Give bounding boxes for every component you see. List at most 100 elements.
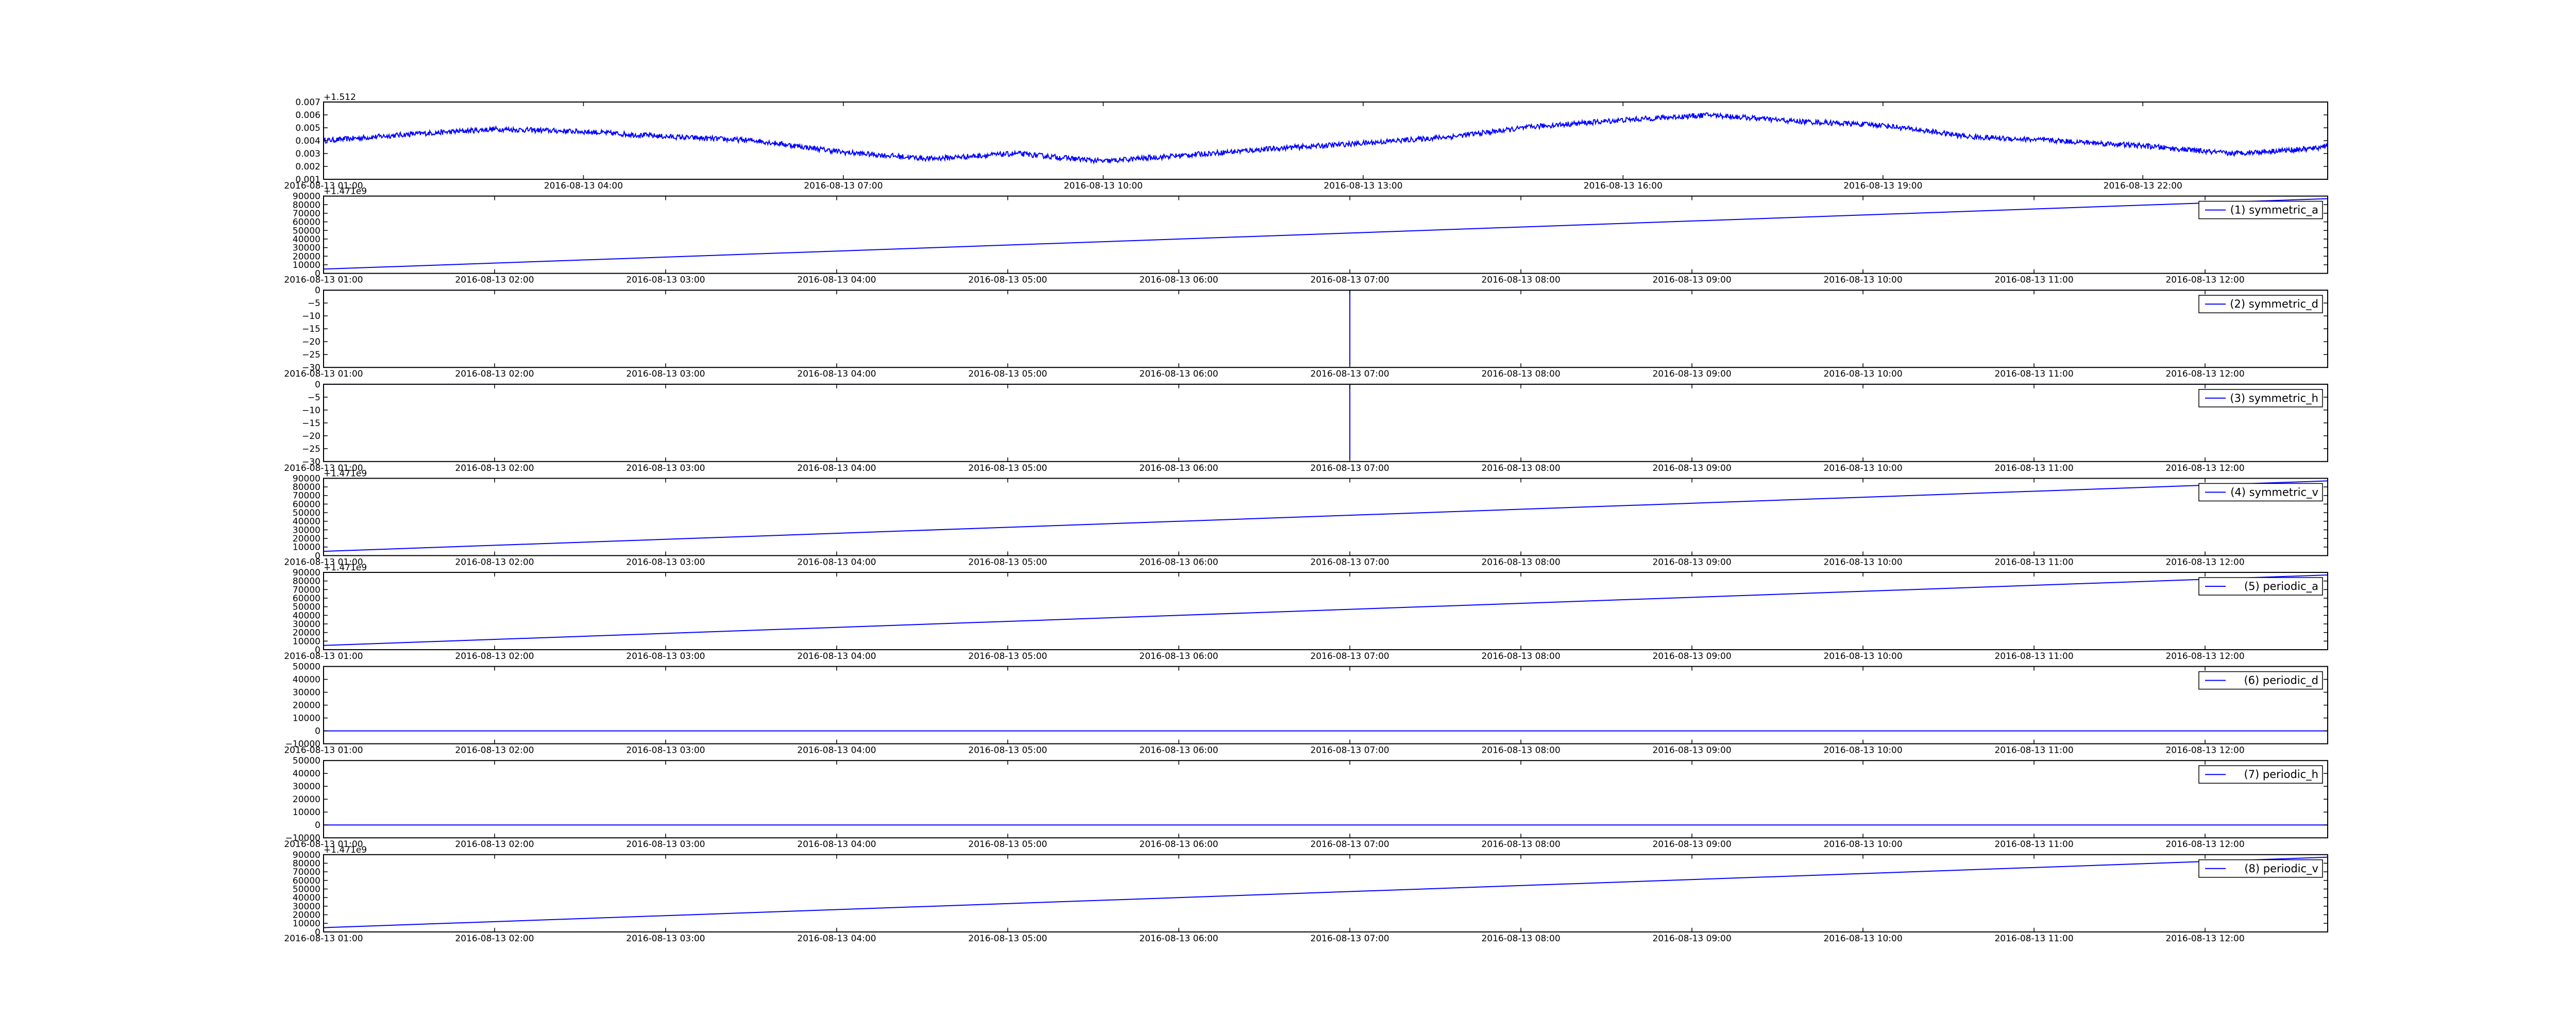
y-tick-label: −20	[302, 431, 320, 442]
x-tick-label: 2016-08-13 08:00	[1481, 463, 1560, 473]
axes-frame	[323, 101, 2328, 180]
x-tick-label: 2016-08-13 10:00	[1823, 651, 1902, 662]
y-tick-label: −5	[308, 393, 320, 403]
legend-label: (4) symmetric_v	[2230, 486, 2318, 499]
x-tick-label: 2016-08-13 09:00	[1652, 934, 1731, 944]
y-offset-label: +1.471e9	[324, 563, 367, 573]
y-tick-label: −15	[302, 324, 320, 334]
y-tick-label: 0.006	[295, 110, 320, 121]
x-tick-label: 2016-08-13 04:00	[797, 275, 876, 285]
x-tick-label: 2016-08-13 06:00	[1139, 651, 1218, 662]
legend: (3) symmetric_h	[2198, 389, 2323, 408]
x-tick-label: 2016-08-13 01:00	[284, 369, 363, 379]
y-tick-label: 40000	[293, 675, 320, 685]
x-tick-label: 2016-08-13 03:00	[626, 934, 705, 944]
x-tick-label: 2016-08-13 07:00	[1310, 369, 1389, 379]
legend-label: (3) symmetric_h	[2230, 392, 2318, 405]
legend: (7) periodic_h	[2198, 765, 2323, 784]
chart-figure: 0.0010.0020.0030.0040.0050.0060.0072016-…	[284, 92, 2328, 944]
x-tick-label: 2016-08-13 08:00	[1481, 275, 1560, 285]
x-tick-label: 2016-08-13 11:00	[1994, 934, 2073, 944]
x-tick-label: 2016-08-13 05:00	[968, 746, 1047, 756]
series-line-2-1	[324, 198, 2328, 270]
x-tick-label: 2016-08-13 05:00	[968, 275, 1047, 285]
x-tick-label: 2016-08-13 03:00	[626, 463, 705, 473]
x-tick-label: 2016-08-13 06:00	[1139, 934, 1218, 944]
x-tick-label: 2016-08-13 10:00	[1823, 746, 1902, 756]
legend: (1) symmetric_a	[2198, 200, 2323, 219]
x-tick-label: 2016-08-13 09:00	[1652, 369, 1731, 379]
y-offset-label: +1.512	[324, 92, 356, 103]
x-tick-label: 2016-08-13 04:00	[797, 839, 876, 850]
legend-label: (6) periodic_d	[2244, 674, 2318, 687]
y-tick-label: 90000	[293, 473, 320, 484]
x-tick-label: 2016-08-13 02:00	[455, 275, 534, 285]
x-tick-label: 2016-08-13 12:00	[2165, 651, 2244, 662]
y-tick-label: −15	[302, 418, 320, 429]
x-tick-label: 2016-08-13 10:00	[1823, 934, 1902, 944]
x-tick-label: 2016-08-13 03:00	[626, 557, 705, 567]
legend-label: (1) symmetric_a	[2230, 204, 2318, 217]
y-tick-label: 0.002	[295, 162, 320, 172]
y-tick-label: 0.003	[295, 149, 320, 159]
y-tick-label: −10	[302, 405, 320, 416]
y-tick-label: −25	[302, 444, 320, 454]
x-tick-label: 2016-08-13 07:00	[1310, 275, 1389, 285]
x-tick-label: 2016-08-13 06:00	[1139, 275, 1218, 285]
axes-frame	[323, 290, 2328, 368]
legend: (8) periodic_v	[2198, 859, 2323, 878]
y-tick-label: −20	[302, 337, 320, 347]
x-tick-label: 2016-08-13 06:00	[1139, 463, 1218, 473]
x-tick-label: 2016-08-13 10:00	[1064, 181, 1143, 191]
legend: (4) symmetric_v	[2198, 483, 2323, 502]
axes-frame	[323, 572, 2328, 650]
x-tick-label: 2016-08-13 07:00	[804, 181, 883, 191]
y-tick-label: 30000	[293, 782, 320, 792]
x-tick-label: 2016-08-13 19:00	[1843, 181, 1922, 191]
x-tick-label: 2016-08-13 06:00	[1139, 839, 1218, 850]
panel-2: 0100002000030000400005000060000700008000…	[284, 187, 2328, 285]
x-tick-label: 2016-08-13 06:00	[1139, 369, 1218, 379]
x-tick-label: 2016-08-13 03:00	[626, 369, 705, 379]
y-tick-label: −10	[302, 311, 320, 321]
figure: 0.001 0.002 0.003 0.004 0.005 0.006 0.007 2016-…	[0, 0, 2576, 1030]
series-line-5-1	[324, 480, 2328, 552]
axes-frame	[323, 195, 2328, 274]
x-tick-label: 2016-08-13 11:00	[1994, 651, 2073, 662]
y-tick-label: 90000	[293, 192, 320, 202]
x-tick-label: 2016-08-13 12:00	[2165, 463, 2244, 473]
x-tick-label: 2016-08-13 09:00	[1652, 839, 1731, 850]
x-tick-label: 2016-08-13 08:00	[1481, 557, 1560, 567]
x-tick-label: 2016-08-13 03:00	[626, 746, 705, 756]
x-tick-label: 2016-08-13 12:00	[2165, 839, 2244, 850]
x-tick-label: 2016-08-13 11:00	[1994, 839, 2073, 850]
legend-label: (8) periodic_v	[2244, 862, 2318, 875]
axes-frame	[323, 854, 2328, 933]
panel-4: 0−5−10−15−20−25−302016-08-13 01:00 2016-0…	[284, 380, 2328, 473]
x-tick-label: 2016-08-13 11:00	[1994, 369, 2073, 379]
x-tick-label: 2016-08-13 02:00	[455, 369, 534, 379]
legend-label: (5) periodic_a	[2244, 580, 2318, 593]
x-tick-label: 2016-08-13 06:00	[1139, 557, 1218, 567]
x-tick-label: 2016-08-13 08:00	[1481, 934, 1560, 944]
x-tick-label: 2016-08-13 12:00	[2165, 934, 2244, 944]
x-tick-label: 2016-08-13 10:00	[1823, 557, 1902, 567]
x-tick-label: 2016-08-13 04:00	[797, 746, 876, 756]
axes-frame	[323, 478, 2328, 556]
x-tick-label: 2016-08-13 02:00	[455, 651, 534, 662]
x-tick-label: 2016-08-13 08:00	[1481, 651, 1560, 662]
y-tick-label: 10000	[293, 714, 320, 724]
y-tick-label: 0	[315, 726, 320, 737]
legend: (6) periodic_d	[2198, 671, 2323, 690]
x-tick-label: 2016-08-13 04:00	[797, 557, 876, 567]
x-tick-label: 2016-08-13 03:00	[626, 275, 705, 285]
x-tick-label: 2016-08-13 22:00	[2104, 181, 2182, 191]
x-tick-label: 2016-08-13 04:00	[544, 181, 623, 191]
y-tick-label: 10000	[293, 807, 320, 818]
y-offset-label: +1.471e9	[324, 468, 367, 479]
x-tick-label: 2016-08-13 12:00	[2165, 275, 2244, 285]
x-tick-label: 2016-08-13 10:00	[1823, 275, 1902, 285]
x-tick-label: 2016-08-13 02:00	[455, 839, 534, 850]
y-tick-label: 20000	[293, 701, 320, 711]
legend: (2) symmetric_d	[2198, 295, 2323, 313]
